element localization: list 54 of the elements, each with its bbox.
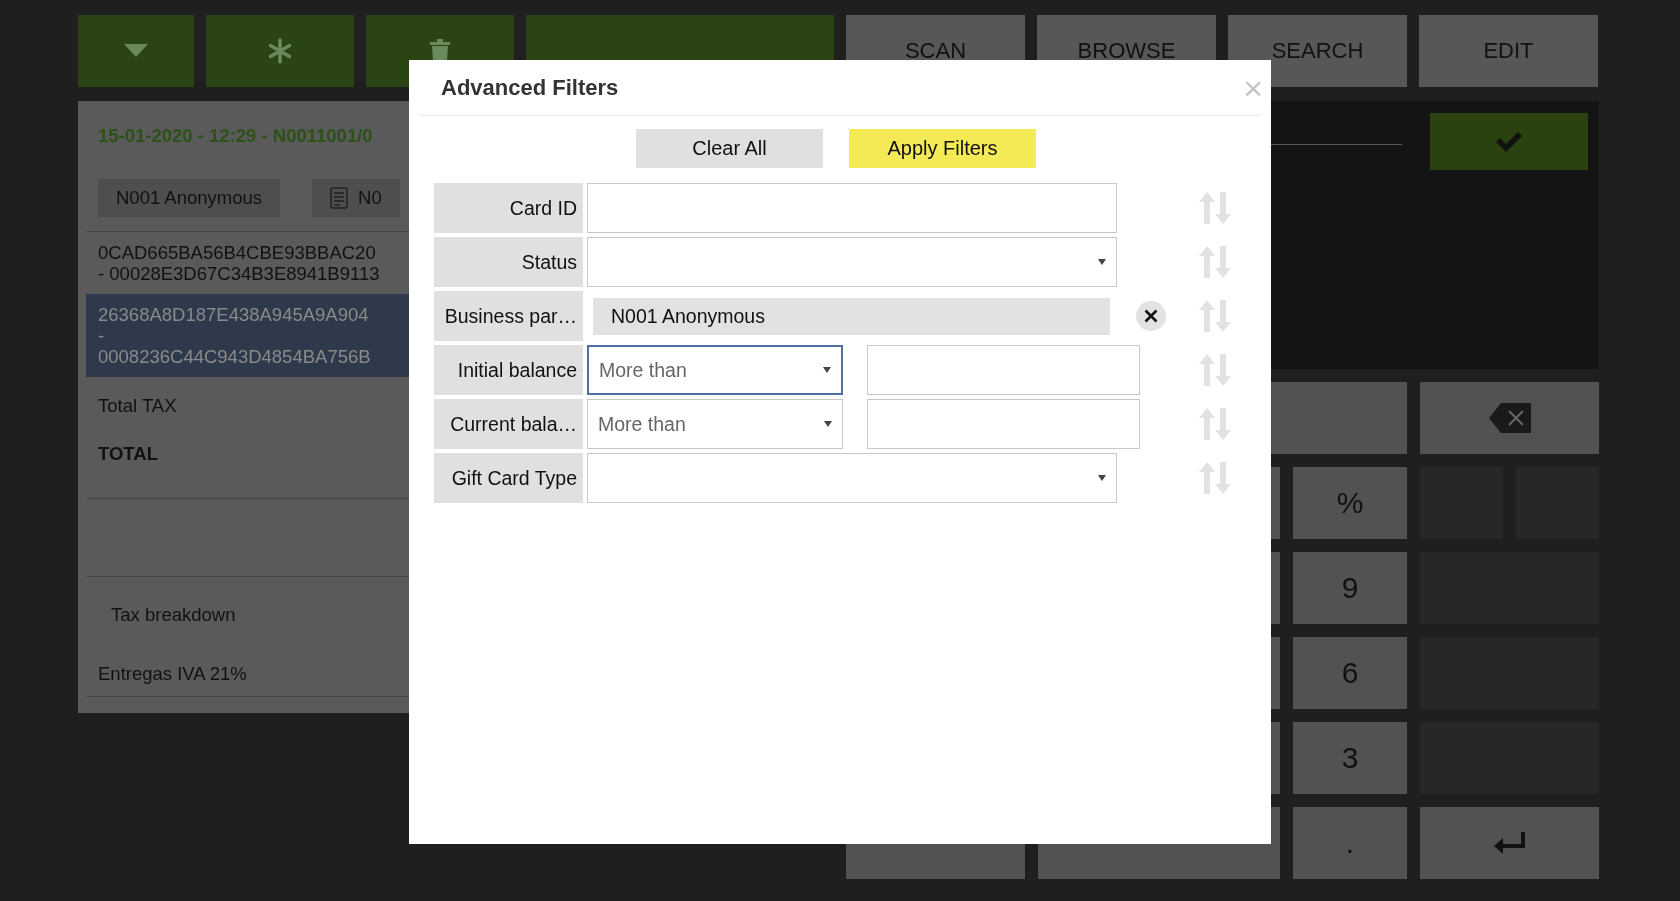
- sort-icon[interactable]: [1198, 462, 1232, 494]
- dialog-title: Advanced Filters: [440, 74, 619, 101]
- apply-button[interactable]: Apply Filters: [849, 129, 1036, 168]
- asterisk-icon: [267, 38, 293, 64]
- filter-label: Initial balance: [434, 345, 583, 395]
- operator-select[interactable]: More than: [587, 399, 843, 449]
- caret-icon: [1098, 259, 1106, 265]
- filter-label: Business par…: [434, 291, 583, 341]
- clear-button[interactable]: Clear All: [636, 129, 823, 168]
- tax-line: Entregas IVA 21%: [97, 662, 248, 685]
- filter-label: Card ID: [434, 183, 583, 233]
- enter-icon: [1493, 832, 1526, 854]
- filter-label: Current bala…: [434, 399, 583, 449]
- receipt-line[interactable]: 0CAD665BA56B4CBE93BBAC20 - 00028E3D67C34B3E8941B9113: [78, 232, 409, 294]
- receipt-header: 15-01-2020 - 12:29 - N0011001/0: [97, 124, 374, 148]
- total-tax-label: Total TAX: [97, 394, 178, 417]
- keypad-key[interactable]: .: [1293, 807, 1407, 879]
- tax-breakdown-label: Tax breakdown: [110, 603, 237, 626]
- confirm-button[interactable]: [1430, 113, 1588, 170]
- select-field[interactable]: [587, 237, 1117, 287]
- trash-icon: [429, 39, 451, 61]
- clear-icon[interactable]: [1136, 301, 1166, 331]
- amount-field[interactable]: [867, 345, 1140, 395]
- dropdown-button[interactable]: [78, 15, 194, 87]
- toolbar-button[interactable]: EDIT: [1419, 15, 1598, 87]
- filter-label: Status: [434, 237, 583, 287]
- caret-icon: [1098, 475, 1106, 481]
- sort-icon[interactable]: [1198, 192, 1232, 224]
- customer-chip[interactable]: N001 Anonymous: [98, 179, 281, 217]
- check-icon: [1496, 131, 1522, 152]
- keypad-key[interactable]: 9: [1293, 552, 1407, 624]
- document-icon: [330, 187, 349, 209]
- enter-button[interactable]: [1420, 807, 1599, 879]
- backspace-button[interactable]: [1420, 382, 1599, 454]
- caret-icon: [824, 421, 832, 427]
- text-field[interactable]: [587, 183, 1117, 233]
- filter-label: Gift Card Type: [434, 453, 583, 503]
- caret-icon: [823, 367, 831, 373]
- total-label: TOTAL: [97, 442, 159, 465]
- keypad-key[interactable]: 3: [1293, 722, 1407, 794]
- amount-field[interactable]: [867, 399, 1140, 449]
- keypad-key[interactable]: %: [1293, 467, 1407, 539]
- sort-icon[interactable]: [1198, 354, 1232, 386]
- customer-chip[interactable]: N0: [312, 179, 400, 217]
- operator-select[interactable]: More than: [587, 345, 843, 395]
- sort-icon[interactable]: [1198, 246, 1232, 278]
- select-field[interactable]: [587, 453, 1117, 503]
- backspace-icon: [1488, 403, 1531, 433]
- keypad-key[interactable]: 6: [1293, 637, 1407, 709]
- sort-icon[interactable]: [1198, 408, 1232, 440]
- asterisk-button[interactable]: [206, 15, 354, 87]
- sort-icon[interactable]: [1198, 300, 1232, 332]
- selected-value: N001 Anonymous: [593, 297, 1110, 335]
- caret-icon: [124, 44, 148, 58]
